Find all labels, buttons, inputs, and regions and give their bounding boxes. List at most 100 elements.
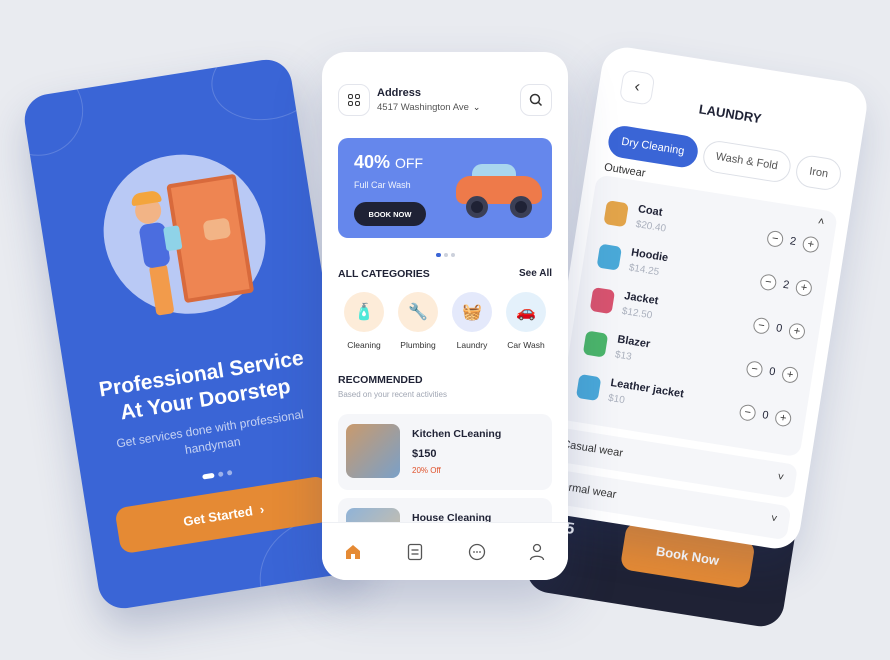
pager-dot-active[interactable] bbox=[435, 253, 441, 257]
decor-ring bbox=[20, 59, 90, 163]
item-name: Jacket bbox=[623, 290, 660, 308]
get-started-label: Get Started bbox=[182, 502, 254, 529]
decrement-button[interactable]: − bbox=[759, 273, 778, 292]
search-button[interactable] bbox=[520, 84, 552, 116]
user-icon bbox=[529, 543, 545, 561]
decrement-button[interactable]: − bbox=[752, 316, 771, 335]
item-qty: 2 bbox=[782, 278, 791, 292]
category-label: Cleaning bbox=[347, 340, 381, 350]
item-qty: 0 bbox=[761, 409, 770, 422]
pager-dot[interactable] bbox=[226, 469, 233, 476]
menu-button[interactable] bbox=[338, 84, 370, 116]
item-name: Blazer bbox=[616, 333, 652, 351]
item-price: $13 bbox=[614, 349, 633, 363]
recommended-card[interactable]: Kitchen CLeaning $150 20% Off bbox=[338, 414, 552, 490]
promo-percent: 40% OFF bbox=[354, 152, 423, 173]
item-price: $10 bbox=[607, 392, 626, 407]
service-price: $150 bbox=[412, 448, 437, 460]
category-laundry[interactable]: 🧺 Laundry bbox=[446, 292, 498, 350]
blazer-icon bbox=[582, 330, 609, 358]
service-discount: 20% Off bbox=[412, 466, 441, 475]
tab-orders[interactable] bbox=[404, 541, 426, 563]
increment-button[interactable]: + bbox=[794, 278, 813, 298]
tab-messages[interactable] bbox=[466, 541, 488, 563]
onboarding-screen: Professional Service At Your Doorstep Ge… bbox=[20, 56, 370, 612]
item-name: Coat bbox=[637, 203, 664, 219]
category-car-wash[interactable]: 🚗 Car Wash bbox=[500, 292, 552, 350]
promo-banner[interactable]: 40% OFF Full Car Wash BOOK NOW bbox=[338, 138, 552, 238]
decor-ring bbox=[205, 56, 327, 128]
outwear-panel: ˄ Coat $20.40 −2 + Hoodie $14.25 −2 + Jack… bbox=[558, 174, 839, 458]
category-label: Plumbing bbox=[400, 340, 436, 350]
car-icon: 🚗 bbox=[506, 292, 546, 332]
grid-menu-icon bbox=[348, 94, 360, 106]
spray-bottle-icon: 🧴 bbox=[344, 292, 384, 332]
plumber-icon: 🔧 bbox=[398, 292, 438, 332]
laundry-basket-icon: 🧺 bbox=[452, 292, 492, 332]
promo-subtitle: Full Car Wash bbox=[354, 180, 411, 190]
hoodie-icon bbox=[596, 243, 623, 271]
promo-off-label: OFF bbox=[395, 155, 424, 171]
decrement-button[interactable]: − bbox=[745, 360, 764, 379]
pager-dot-active[interactable] bbox=[202, 472, 215, 480]
coat-icon bbox=[603, 200, 629, 228]
chevron-down-icon: ⌄ bbox=[472, 102, 481, 112]
see-all-link[interactable]: See All bbox=[519, 268, 552, 279]
section-casual-label: Casual wear bbox=[561, 438, 624, 460]
search-icon bbox=[529, 93, 543, 107]
category-plumbing[interactable]: 🔧 Plumbing bbox=[392, 292, 444, 350]
book-now-promo-button[interactable]: BOOK NOW bbox=[354, 202, 426, 226]
item-qty: 2 bbox=[788, 235, 797, 249]
category-label: Laundry bbox=[456, 340, 488, 350]
increment-button[interactable]: + bbox=[780, 365, 800, 385]
home-screen: Address 4517 Washington Ave ⌄ 40% OFF Ful… bbox=[322, 52, 568, 580]
increment-button[interactable]: + bbox=[801, 235, 820, 254]
item-price: $14.25 bbox=[627, 262, 660, 279]
tab-profile[interactable] bbox=[526, 541, 548, 563]
chevron-right-icon: › bbox=[258, 500, 266, 517]
item-price: $12.50 bbox=[621, 305, 654, 322]
increment-button[interactable]: + bbox=[787, 322, 807, 341]
pager-dot[interactable] bbox=[217, 471, 224, 478]
chevron-down-icon: ˅ bbox=[769, 512, 779, 526]
recommended-title: RECOMMENDED bbox=[338, 374, 423, 386]
item-qty: 0 bbox=[768, 365, 777, 379]
car-wheel bbox=[466, 196, 488, 218]
promo-percent-value: 40% bbox=[354, 152, 391, 172]
chat-icon bbox=[468, 543, 486, 561]
decrement-button[interactable]: − bbox=[766, 229, 785, 249]
chip-dry-cleaning[interactable]: Dry Cleaning bbox=[606, 123, 700, 170]
leather-jacket-icon bbox=[575, 373, 602, 402]
category-cleaning[interactable]: 🧴 Cleaning bbox=[338, 292, 390, 350]
categories-title: ALL CATEGORIES bbox=[338, 268, 430, 280]
item-price: $20.40 bbox=[634, 218, 667, 235]
service-title: Kitchen CLeaning bbox=[412, 428, 502, 440]
car-wheel bbox=[510, 196, 532, 218]
chip-wash-fold[interactable]: Wash & Fold bbox=[700, 138, 794, 185]
quantity-stepper: −0 + bbox=[738, 403, 793, 428]
jacket-icon bbox=[589, 287, 616, 315]
bottom-tab-bar bbox=[322, 522, 568, 580]
quantity-stepper: −0 + bbox=[745, 360, 800, 385]
chevron-down-icon: ˅ bbox=[776, 471, 785, 485]
item-qty: 0 bbox=[775, 322, 784, 336]
chevron-up-icon[interactable]: ˄ bbox=[817, 215, 825, 228]
pager-dot[interactable] bbox=[443, 253, 448, 257]
item-name: Hoodie bbox=[630, 246, 670, 265]
quantity-stepper: −2 + bbox=[759, 273, 813, 298]
decrement-button[interactable]: − bbox=[738, 403, 757, 422]
address-selector[interactable]: 4517 Washington Ave ⌄ bbox=[377, 102, 480, 113]
showcase-stage: Professional Service At Your Doorstep Ge… bbox=[0, 0, 890, 660]
chip-iron[interactable]: Iron bbox=[793, 153, 844, 193]
laundry-screen: ‹ LAUNDRY Dry CleaningWash & FoldIron Ou… bbox=[531, 43, 871, 553]
address-label: Address bbox=[377, 87, 422, 99]
quantity-stepper: −2 + bbox=[766, 229, 820, 254]
categories-row: 🧴 Cleaning 🔧 Plumbing 🧺 Laundry 🚗 Car Wa… bbox=[338, 292, 554, 350]
address-value: 4517 Washington Ave bbox=[377, 102, 469, 113]
increment-button[interactable]: + bbox=[774, 409, 793, 428]
tab-home[interactable] bbox=[342, 541, 364, 563]
banner-pager bbox=[322, 244, 568, 262]
recommended-subtitle: Based on your recent activities bbox=[338, 390, 447, 399]
pager-dot[interactable] bbox=[450, 253, 455, 257]
thumbs-up-illustration bbox=[202, 217, 232, 242]
